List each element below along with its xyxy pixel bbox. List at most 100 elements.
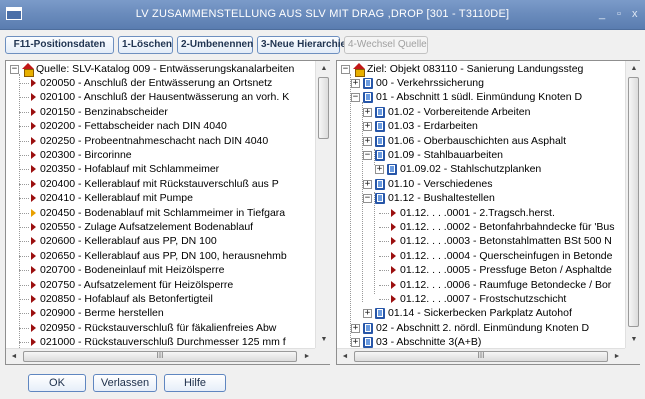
maximize-button[interactable]: ▫ [617,8,621,20]
source-item[interactable]: 020650 - Kellerablauf aus PP, DN 100, he… [6,250,315,263]
scroll-corner [625,348,641,364]
target-item[interactable]: +03 - Abschnitte 3(A+B) [337,336,625,348]
source-tree-panel[interactable]: − Quelle: SLV-Katalog 009 - Entwässerung… [5,60,331,365]
source-item[interactable]: 020100 - Anschluß der Hausentwässerung a… [6,91,315,104]
target-item[interactable]: − 01.09 - Stahlbauarbeiten [337,149,625,162]
arrow-icon [31,251,36,260]
source-item[interactable]: 021000 - Rückstauverschluß Durchmesser 1… [6,336,315,348]
horizontal-scroll-thumb[interactable]: III [354,351,608,362]
source-item[interactable]: 020900 - Berme herstellen [6,307,315,320]
source-item[interactable]: 020200 - Fettabscheider nach DIN 4040 [6,120,315,133]
arrow-icon [31,107,36,116]
source-item[interactable]: 020050 - Anschluß der Entwässerung an Or… [6,77,315,90]
target-item[interactable]: 01.12. . . .0002 - Betonfahrbahndecke fü… [337,221,625,234]
collapse-icon[interactable]: − [10,65,19,74]
arrow-icon [31,266,36,275]
expand-icon[interactable]: + [363,136,372,146]
source-item-selected[interactable]: 020450 - Bodenablauf mit Schlammeimer in… [6,206,315,220]
target-item[interactable]: +01.14 - Sickerbecken Parkplatz Autohof [337,307,625,320]
target-item[interactable]: 01.12. . . .0005 - Pressfuge Beton / Asp… [337,264,625,277]
source-item[interactable]: 020300 - Bircorinne [6,149,315,162]
source-item[interactable]: 020600 - Kellerablauf aus PP, DN 100 [6,235,315,248]
expand-icon[interactable]: + [363,309,372,319]
scroll-left-icon[interactable]: ◄ [337,349,353,365]
scroll-up-icon[interactable]: ▲ [316,61,332,77]
verlassen-button[interactable]: Verlassen [93,374,157,392]
expand-icon[interactable]: + [375,165,384,175]
source-item[interactable]: 020400 - Kellerablauf mit Rückstauversch… [6,178,315,191]
expand-icon[interactable]: + [363,122,372,132]
book-icon [375,308,385,320]
scroll-up-icon[interactable]: ▲ [626,61,642,77]
target-item[interactable]: 01.12. . . .0004 - Querscheinfugen in Be… [337,250,625,263]
hilfe-button[interactable]: Hilfe [164,374,226,392]
target-tree-panel[interactable]: − Ziel: Objekt 083110 - Sanierung Landun… [336,60,641,365]
target-item[interactable]: +01.03 - Erdarbeiten [337,120,625,133]
scroll-thumb[interactable] [318,77,329,139]
collapse-icon[interactable]: − [363,151,372,160]
expand-icon[interactable]: + [351,79,360,88]
source-item-label: 020050 - Anschluß der Entwässerung an Or… [40,77,273,89]
target-item[interactable]: +01.10 - Verschiedenes [337,178,625,191]
umbenennen-button[interactable]: 2-Umbenennen [177,36,253,54]
collapse-icon[interactable]: − [341,65,350,74]
target-root-label: Ziel: Objekt 083110 - Sanierung Landungs… [367,63,584,75]
target-item[interactable]: +01.09.02 - Stahlschutzplanken [337,163,625,176]
expand-icon[interactable]: + [363,179,372,189]
source-item[interactable]: 020410 - Kellerablauf mit Pumpe [6,192,315,205]
scroll-right-icon[interactable]: ► [299,349,315,365]
scroll-left-icon[interactable]: ◄ [6,349,22,365]
source-item[interactable]: 020250 - Probeentnahmeschacht nach DIN 4… [6,135,315,148]
target-item[interactable]: +02 - Abschnitt 2. nördl. Einmündung Kno… [337,322,625,335]
source-item[interactable]: 020150 - Benzinabscheider [6,106,315,119]
source-vertical-scrollbar[interactable]: ▲ ▼ [315,61,331,348]
target-item[interactable]: +01.02 - Vorbereitende Arbeiten [337,106,625,119]
target-item-label: 01.02 - Vorbereitende Arbeiten [388,105,531,118]
wechsel-quelle-button[interactable]: 4-Wechsel Quelle [344,36,428,54]
ok-button[interactable]: OK [28,374,86,392]
book-icon [363,78,373,89]
target-item[interactable]: +00 - Verkehrssicherung [337,77,625,90]
collapse-icon[interactable]: − [351,93,360,103]
positionsdaten-button[interactable]: F11-Positionsdaten [5,36,114,54]
tree-guide-line [19,270,29,272]
target-item[interactable]: 01.12. . . .0006 - Raumfuge Betondecke /… [337,279,625,292]
expand-icon[interactable]: + [351,323,360,333]
close-button[interactable]: x [632,8,638,20]
target-item-label: 01.06 - Oberbauschichten aus Asphalt [388,134,567,147]
arrow-icon [31,323,36,332]
book-icon [375,150,385,161]
target-item[interactable]: 01.12. . . .0003 - Betonstahlmatten BSt … [337,235,625,248]
source-item[interactable]: 020750 - Aufsatzelement für Heizölsperre [6,279,315,292]
target-vertical-scrollbar[interactable]: ▲ ▼ [625,61,641,348]
source-item[interactable]: 020550 - Zulage Aufsatzelement Bodenabla… [6,221,315,234]
target-tree[interactable]: − Ziel: Objekt 083110 - Sanierung Landun… [337,61,625,348]
source-root-node[interactable]: − Quelle: SLV-Katalog 009 - Entwässerung… [6,63,315,77]
target-item[interactable]: 01.12. . . .0007 - Frostschutzschicht [337,293,625,306]
neue-hierarchie-button[interactable]: 3-Neue Hierarchie [257,36,346,54]
target-horizontal-scrollbar[interactable]: ◄ III ► [337,348,625,364]
target-item[interactable]: +01.06 - Oberbauschichten aus Asphalt [337,135,625,148]
scroll-thumb[interactable] [628,77,639,327]
scroll-down-icon[interactable]: ▼ [626,332,642,348]
collapse-icon[interactable]: − [363,194,372,204]
minimize-button[interactable]: _ [599,8,605,20]
scroll-down-icon[interactable]: ▼ [316,332,332,348]
source-item[interactable]: 020700 - Bodeneinlauf mit Heizölsperre [6,264,315,277]
expand-icon[interactable]: + [363,107,372,117]
horizontal-scroll-thumb[interactable]: III [23,351,297,362]
source-horizontal-scrollbar[interactable]: ◄ III ► [6,348,315,364]
target-item[interactable]: − 01 - Abschnitt 1 südl. Einmündung Knote… [337,91,625,104]
book-icon [375,135,385,147]
source-tree[interactable]: − Quelle: SLV-Katalog 009 - Entwässerung… [6,61,315,348]
target-root-node[interactable]: − Ziel: Objekt 083110 - Sanierung Landun… [337,63,625,77]
scroll-right-icon[interactable]: ► [609,349,625,365]
expand-icon[interactable]: + [351,338,360,348]
target-item[interactable]: − 01.12 - Bushaltestellen [337,192,625,205]
source-item[interactable]: 020850 - Hofablauf als Betonfertigteil [6,293,315,306]
source-item[interactable]: 020950 - Rückstauverschluß für fäkalienf… [6,322,315,335]
book-icon [375,121,385,133]
loeschen-button[interactable]: 1-Löschen [118,36,173,54]
target-item[interactable]: 01.12. . . .0001 - 2.Tragsch.herst. [337,207,625,220]
source-item[interactable]: 020350 - Hofablauf mit Schlammeimer [6,163,315,176]
